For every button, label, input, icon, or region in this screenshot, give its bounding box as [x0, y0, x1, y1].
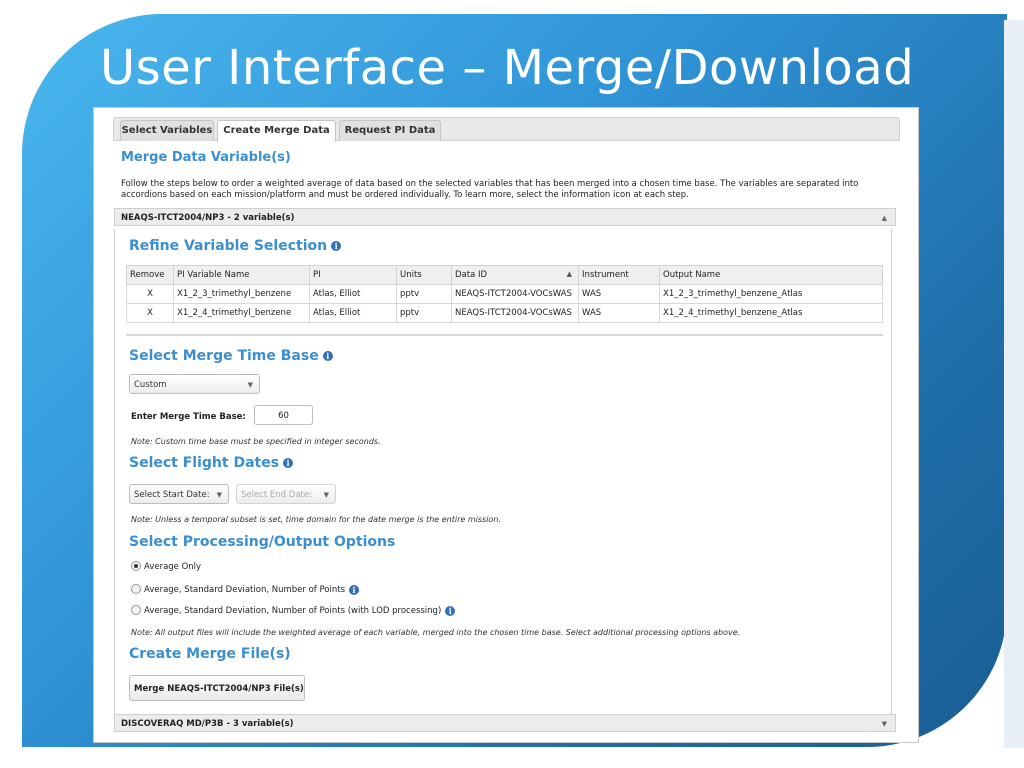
- column-header-output[interactable]: Output Name: [659, 265, 883, 285]
- option-label: Average, Standard Deviation, Number of P…: [144, 606, 442, 616]
- radio-button[interactable]: [131, 560, 141, 571]
- option-average-only[interactable]: Average Only: [131, 560, 202, 573]
- accordion-label: NEAQS-ITCT2004/NP3 - 2 variable(s): [121, 213, 295, 223]
- remove-row-button[interactable]: X: [126, 303, 174, 323]
- merge-download-panel: Select Variables Create Merge Data Reque…: [93, 107, 919, 743]
- merge-data-title: Merge Data Variable(s): [121, 150, 291, 165]
- tab-select-variables[interactable]: Select Variables: [120, 120, 214, 141]
- slide-title: User Interface – Merge/Download: [100, 40, 915, 96]
- table-scroll-divider: [126, 334, 883, 336]
- remove-row-button[interactable]: X: [126, 284, 174, 304]
- option-average-stddev-points-lod[interactable]: Average, Standard Deviation, Number of P…: [131, 604, 456, 617]
- cell-output: X1_2_4_trimethyl_benzene_Atlas: [659, 303, 883, 323]
- time-base-input[interactable]: 60: [254, 405, 313, 425]
- cell-instrument: WAS: [578, 303, 660, 323]
- column-header-variable[interactable]: PI Variable Name: [173, 265, 310, 285]
- cell-output: X1_2_3_trimethyl_benzene_Atlas: [659, 284, 883, 304]
- merge-description: Follow the steps below to order a weight…: [121, 179, 859, 200]
- refine-variable-title: Refine Variable Selection i: [129, 238, 342, 254]
- chevron-down-icon: ▼: [216, 491, 222, 499]
- cell-data-id: NEAQS-ITCT2004-VOCsWAS: [451, 284, 579, 304]
- accordion-label: DISCOVERAQ MD/P3B - 3 variable(s): [121, 719, 294, 729]
- accordion-header-neaqs[interactable]: NEAQS-ITCT2004/NP3 - 2 variable(s) ▲: [114, 208, 896, 226]
- tab-create-merge-data[interactable]: Create Merge Data: [217, 120, 336, 142]
- end-date-select[interactable]: Select End Date: ▼: [236, 484, 336, 504]
- merge-time-base-title-text: Select Merge Time Base: [129, 348, 319, 364]
- flight-dates-note: Note: Unless a temporal subset is set, t…: [131, 515, 501, 524]
- radio-button[interactable]: [131, 583, 141, 594]
- processing-note: Note: All output files will include the …: [131, 628, 741, 637]
- info-icon[interactable]: i: [283, 458, 294, 468]
- end-date-label: Select End Date:: [241, 490, 312, 500]
- info-icon[interactable]: i: [322, 351, 333, 361]
- info-icon[interactable]: i: [445, 605, 456, 616]
- table-row: X X1_2_3_trimethyl_benzene Atlas, Elliot…: [126, 284, 883, 304]
- cell-units: pptv: [396, 284, 452, 304]
- flight-dates-title-text: Select Flight Dates: [129, 455, 280, 471]
- merge-time-base-title: Select Merge Time Base i: [129, 348, 333, 364]
- cell-units: pptv: [396, 303, 452, 323]
- time-base-selected-value: Custom: [134, 380, 167, 390]
- slide-edge: [1004, 20, 1024, 748]
- enter-time-base-label: Enter Merge Time Base:: [131, 412, 246, 422]
- info-icon[interactable]: i: [331, 241, 342, 251]
- expand-arrow-icon: ▼: [881, 720, 887, 728]
- variable-table: Remove PI Variable Name PI Units Data ID…: [126, 265, 883, 323]
- collapse-arrow-icon: ▲: [881, 214, 887, 222]
- start-date-label: Select Start Date:: [134, 490, 210, 500]
- column-header-units[interactable]: Units: [396, 265, 452, 285]
- column-header-remove[interactable]: Remove: [126, 265, 174, 285]
- cell-instrument: WAS: [578, 284, 660, 304]
- info-icon[interactable]: i: [349, 584, 360, 595]
- accordion-header-discoveraq[interactable]: DISCOVERAQ MD/P3B - 3 variable(s) ▼: [114, 714, 896, 732]
- cell-pi: Atlas, Elliot: [309, 303, 397, 323]
- column-header-data-id-text: Data ID: [455, 270, 488, 280]
- table-header-row: Remove PI Variable Name PI Units Data ID…: [126, 265, 883, 285]
- table-row: X X1_2_4_trimethyl_benzene Atlas, Elliot…: [126, 303, 883, 323]
- create-merge-title: Create Merge File(s): [129, 646, 291, 662]
- cell-data-id: NEAQS-ITCT2004-VOCsWAS: [451, 303, 579, 323]
- time-base-select[interactable]: Custom ▼: [129, 374, 260, 394]
- chevron-down-icon: ▼: [247, 381, 253, 389]
- column-header-data-id[interactable]: Data ID ▲: [451, 265, 579, 285]
- column-header-pi[interactable]: PI: [309, 265, 397, 285]
- sort-ascending-icon[interactable]: ▲: [567, 270, 572, 278]
- column-header-instrument[interactable]: Instrument: [578, 265, 660, 285]
- option-label: Average Only: [144, 562, 202, 572]
- tab-bar: Select Variables Create Merge Data Reque…: [113, 117, 900, 142]
- cell-variable: X1_2_3_trimethyl_benzene: [173, 284, 310, 304]
- processing-options-title: Select Processing/Output Options: [129, 534, 396, 550]
- chevron-down-icon: ▼: [323, 491, 329, 499]
- tab-request-pi-data[interactable]: Request PI Data: [339, 120, 441, 141]
- merge-files-button[interactable]: Merge NEAQS-ITCT2004/NP3 File(s): [129, 675, 305, 701]
- refine-variable-title-text: Refine Variable Selection: [129, 238, 328, 254]
- option-average-stddev-points[interactable]: Average, Standard Deviation, Number of P…: [131, 583, 360, 596]
- flight-dates-title: Select Flight Dates i: [129, 455, 294, 471]
- radio-button[interactable]: [131, 604, 141, 615]
- time-base-note: Note: Custom time base must be specified…: [131, 437, 381, 446]
- cell-pi: Atlas, Elliot: [309, 284, 397, 304]
- start-date-select[interactable]: Select Start Date: ▼: [129, 484, 229, 504]
- option-label: Average, Standard Deviation, Number of P…: [144, 585, 346, 595]
- cell-variable: X1_2_4_trimethyl_benzene: [173, 303, 310, 323]
